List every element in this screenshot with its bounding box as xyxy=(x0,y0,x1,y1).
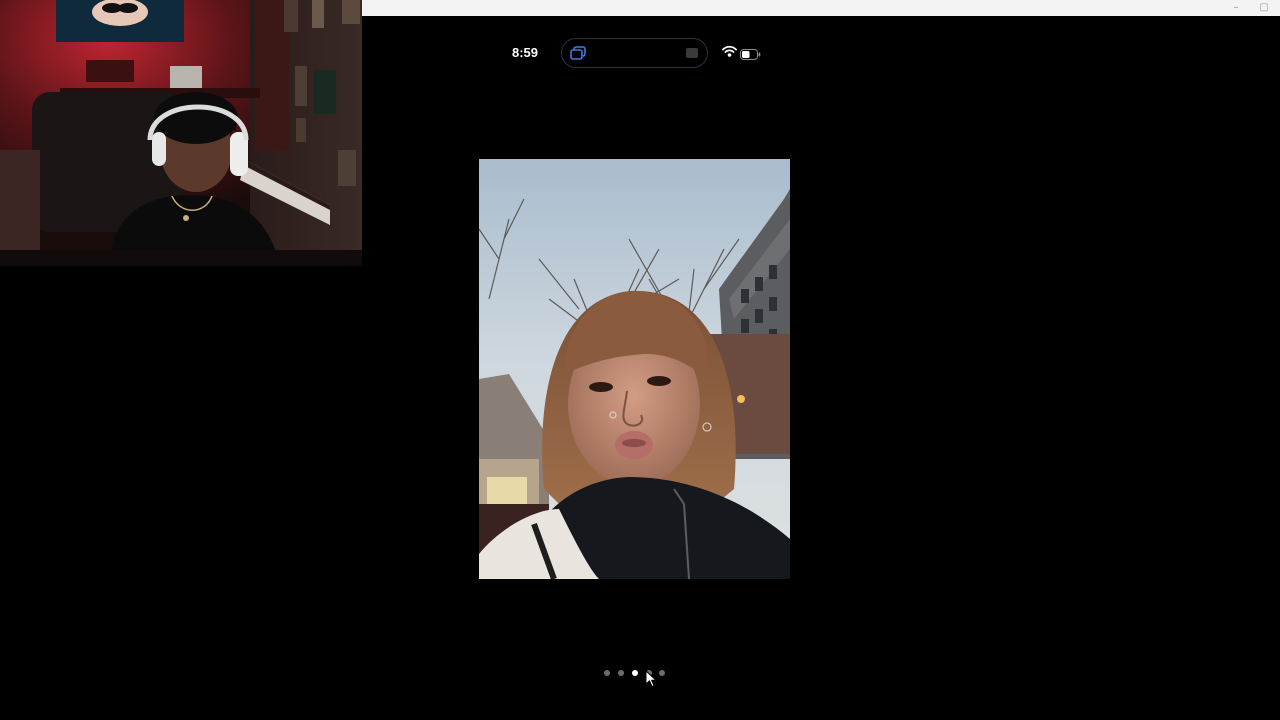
page-indicator[interactable] xyxy=(600,667,672,679)
dynamic-island[interactable] xyxy=(561,38,708,68)
restore-button[interactable]: ▢ xyxy=(1252,0,1276,16)
photo[interactable] xyxy=(479,159,790,579)
screen-mirroring-icon xyxy=(569,45,587,61)
page-dot-3[interactable] xyxy=(632,670,638,676)
page-dot-2[interactable] xyxy=(618,670,624,676)
webcam-feed-image xyxy=(0,0,362,266)
minimize-button[interactable]: – xyxy=(1224,0,1248,16)
mouse-cursor-icon xyxy=(645,669,659,688)
window-title-bar: – ▢ xyxy=(362,0,1280,16)
camera-indicator-icon xyxy=(686,48,698,58)
page-dot-1[interactable] xyxy=(604,670,610,676)
battery-icon xyxy=(740,47,761,60)
status-time: 8:59 xyxy=(511,45,539,60)
page-dot-5[interactable] xyxy=(659,670,665,676)
screen: – ▢ 8:59 xyxy=(0,0,1280,720)
webcam-overlay xyxy=(0,0,362,266)
selfie-image xyxy=(479,159,790,579)
wifi-icon xyxy=(722,45,737,58)
